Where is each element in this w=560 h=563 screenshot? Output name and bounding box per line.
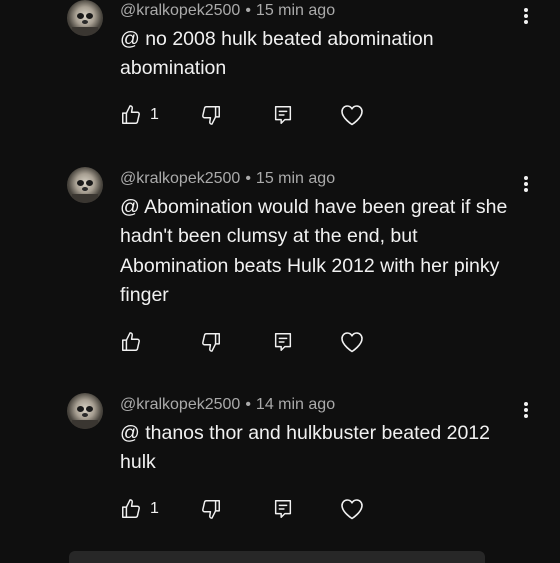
meta-separator: • [245,2,251,19]
heart-button[interactable] [340,496,364,522]
comment-time[interactable]: 15 min ago [256,170,335,187]
like-button[interactable]: 1 [120,496,159,522]
reply-button[interactable] [272,496,294,522]
comment-text: @ Abomination would have been great if s… [120,196,508,306]
comment-actions: 1 [120,496,380,522]
like-count: 1 [150,106,159,123]
dislike-button[interactable] [200,102,222,128]
like-button[interactable] [120,329,150,355]
heart-button[interactable] [340,102,364,128]
more-vertical-icon[interactable] [520,6,532,26]
reply-button[interactable] [272,102,294,128]
reply-icon [272,104,294,126]
comment-actions: 1 [120,102,380,128]
reply-icon [272,331,294,353]
thumbs-down-icon [200,104,222,126]
thumbs-up-icon [120,331,142,353]
thumbs-down-icon [200,331,222,353]
heart-button[interactable] [340,329,364,355]
dislike-button[interactable] [200,329,222,355]
heart-icon [340,498,364,520]
reply-input-bar[interactable] [69,551,485,563]
reply-button[interactable] [272,329,294,355]
comment-time[interactable]: 14 min ago [256,396,335,413]
thumbs-down-icon [200,498,222,520]
comment-meta: @kralkopek2500 • 14 min ago [120,396,335,414]
heart-icon [340,104,364,126]
comment-time[interactable]: 15 min ago [256,2,335,19]
like-button[interactable]: 1 [120,102,159,128]
avatar[interactable] [67,167,103,203]
more-vertical-icon[interactable] [520,400,532,420]
reply-icon [272,498,294,520]
comment-author[interactable]: @kralkopek2500 [120,396,240,413]
avatar[interactable] [67,393,103,429]
thumbs-up-icon [120,104,142,126]
comment-author[interactable]: @kralkopek2500 [120,2,240,19]
comment-meta: @kralkopek2500 • 15 min ago [120,170,335,188]
comment-actions [120,329,380,355]
thumbs-up-icon [120,498,142,520]
comment-meta: @kralkopek2500 • 15 min ago [120,2,335,20]
heart-icon [340,331,364,353]
comment-text: @ no 2008 hulk beated abomination abomin… [120,28,434,80]
more-vertical-icon[interactable] [520,174,532,194]
like-count: 1 [150,500,159,517]
comment-author[interactable]: @kralkopek2500 [120,170,240,187]
avatar[interactable] [67,0,103,36]
meta-separator: • [245,170,251,187]
comment-text: @ thanos thor and hulkbuster beated 2012… [120,422,490,474]
meta-separator: • [245,396,251,413]
dislike-button[interactable] [200,496,222,522]
